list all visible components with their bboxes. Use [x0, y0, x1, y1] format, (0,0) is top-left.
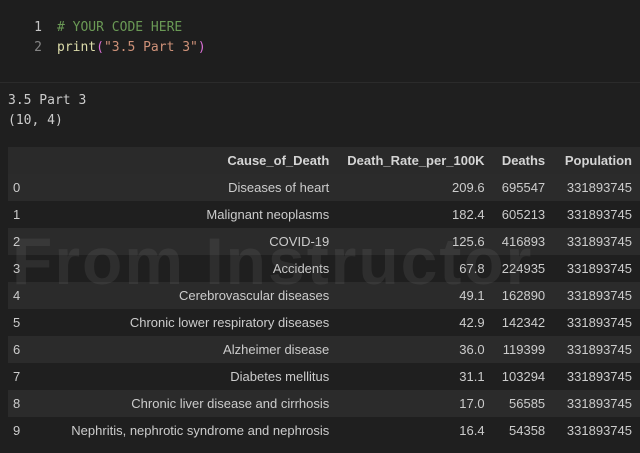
- row-index: 1: [13, 207, 21, 222]
- cell-population: 331893745: [566, 234, 632, 249]
- code-token: "3.5 Part 3": [103, 39, 198, 55]
- cell-cause: Alzheimer disease: [223, 342, 330, 357]
- cell-death-rate: 209.6: [452, 180, 485, 195]
- output-line: (10, 4): [8, 112, 63, 128]
- cell-population: 331893745: [566, 423, 632, 438]
- row-index: 4: [13, 288, 21, 303]
- code-text: print("3.5 Part 3"): [57, 38, 206, 58]
- cell-deaths: 162890: [501, 288, 546, 303]
- table-row: 8 Chronic liver disease and cirrhosis 17.0…: [8, 390, 640, 417]
- cell-deaths: 416893: [501, 234, 546, 249]
- cell-deaths: 695547: [501, 180, 546, 195]
- code-cell[interactable]: 1 # YOUR CODE HERE 2 print("3.5 Part 3"): [0, 0, 640, 83]
- row-index: 3: [13, 261, 21, 276]
- cell-cause: Nephritis, nephrotic syndrome and nephro…: [71, 423, 330, 438]
- cell-cause: COVID-19: [269, 234, 330, 249]
- column-header-population: Population: [553, 147, 640, 174]
- cell-cause: Malignant neoplasms: [206, 207, 330, 222]
- table-row: 5 Chronic lower respiratory diseases 42.9 1…: [8, 309, 640, 336]
- row-index: 2: [13, 234, 21, 249]
- code-token: ): [197, 39, 206, 55]
- code-token: (: [96, 39, 104, 55]
- cell-population: 331893745: [566, 288, 632, 303]
- code-text: # YOUR CODE HERE: [57, 18, 182, 38]
- table-row: 2 COVID-19 125.6 416893 331893745: [8, 228, 640, 255]
- dataframe-table: Cause_of_Death Death_Rate_per_100K Death…: [8, 147, 640, 444]
- cell-deaths: 103294: [501, 369, 546, 384]
- table-header-row: Cause_of_Death Death_Rate_per_100K Death…: [8, 147, 640, 174]
- cell-death-rate: 67.8: [459, 261, 485, 276]
- cell-deaths: 142342: [501, 315, 546, 330]
- cell-cause: Cerebrovascular diseases: [178, 288, 330, 303]
- output-line: 3.5 Part 3: [8, 93, 87, 108]
- cell-death-rate: 42.9: [459, 315, 485, 330]
- line-number: 2: [34, 39, 42, 55]
- cell-cause: Chronic liver disease and cirrhosis: [131, 396, 330, 411]
- cell-population: 331893745: [566, 315, 632, 330]
- code-line[interactable]: 2 print("3.5 Part 3"): [0, 38, 640, 58]
- row-index: 9: [13, 423, 21, 438]
- code-line[interactable]: 1 # YOUR CODE HERE: [0, 18, 640, 38]
- cell-population: 331893745: [566, 180, 632, 195]
- cell-deaths: 56585: [509, 396, 546, 411]
- code-token: # YOUR CODE HERE: [57, 20, 183, 35]
- table-row: 4 Cerebrovascular diseases 49.1 162890 33189…: [8, 282, 640, 309]
- cell-output: 3.5 Part 3 (10, 4): [8, 91, 86, 130]
- cell-death-rate: 182.4: [452, 207, 485, 222]
- cell-death-rate: 31.1: [459, 369, 485, 384]
- cell-death-rate: 125.6: [452, 234, 485, 249]
- column-header-cause: Cause_of_Death: [36, 147, 338, 174]
- table-row: 3 Accidents 67.8 224935 331893745: [8, 255, 640, 282]
- cell-cause: Accidents: [272, 261, 330, 276]
- cell-cause: Diabetes mellitus: [230, 369, 330, 384]
- row-index: 8: [13, 396, 21, 411]
- cell-population: 331893745: [566, 342, 632, 357]
- row-index: 7: [13, 369, 21, 384]
- column-header-death-rate: Death_Rate_per_100K: [337, 147, 493, 174]
- cell-deaths: 54358: [509, 423, 546, 438]
- cell-deaths: 119399: [502, 342, 546, 357]
- cell-population: 331893745: [566, 396, 632, 411]
- row-index: 0: [13, 180, 21, 195]
- table-row: 9 Nephritis, nephrotic syndrome and nephr…: [8, 417, 640, 444]
- cell-death-rate: 49.1: [459, 288, 485, 303]
- cell-deaths: 224935: [501, 261, 546, 276]
- cell-cause: Chronic lower respiratory diseases: [129, 315, 330, 330]
- column-header-deaths: Deaths: [492, 147, 554, 174]
- cell-population: 331893745: [566, 369, 632, 384]
- cell-deaths: 605213: [501, 207, 546, 222]
- table-row: 1 Malignant neoplasms 182.4 605213 331893745: [8, 201, 640, 228]
- table-row: 7 Diabetes mellitus 31.1 103294 331893745: [8, 363, 640, 390]
- cell-cause: Diseases of heart: [228, 180, 330, 195]
- cell-death-rate: 16.4: [459, 423, 485, 438]
- index-header: [8, 147, 37, 174]
- cell-death-rate: 36.0: [459, 342, 485, 357]
- code-token: print: [57, 39, 97, 55]
- table-row: 6 Alzheimer disease 36.0 119399 331893745: [8, 336, 640, 363]
- cell-population: 331893745: [566, 261, 632, 276]
- table-row: 0 Diseases of heart 209.6 695547 331893745: [8, 174, 640, 201]
- line-number: 1: [34, 20, 42, 35]
- cell-death-rate: 17.0: [459, 396, 485, 411]
- row-index: 6: [13, 342, 21, 357]
- code-editor[interactable]: 1 # YOUR CODE HERE 2 print("3.5 Part 3"): [0, 18, 640, 57]
- row-index: 5: [13, 315, 21, 330]
- cell-population: 331893745: [566, 207, 632, 222]
